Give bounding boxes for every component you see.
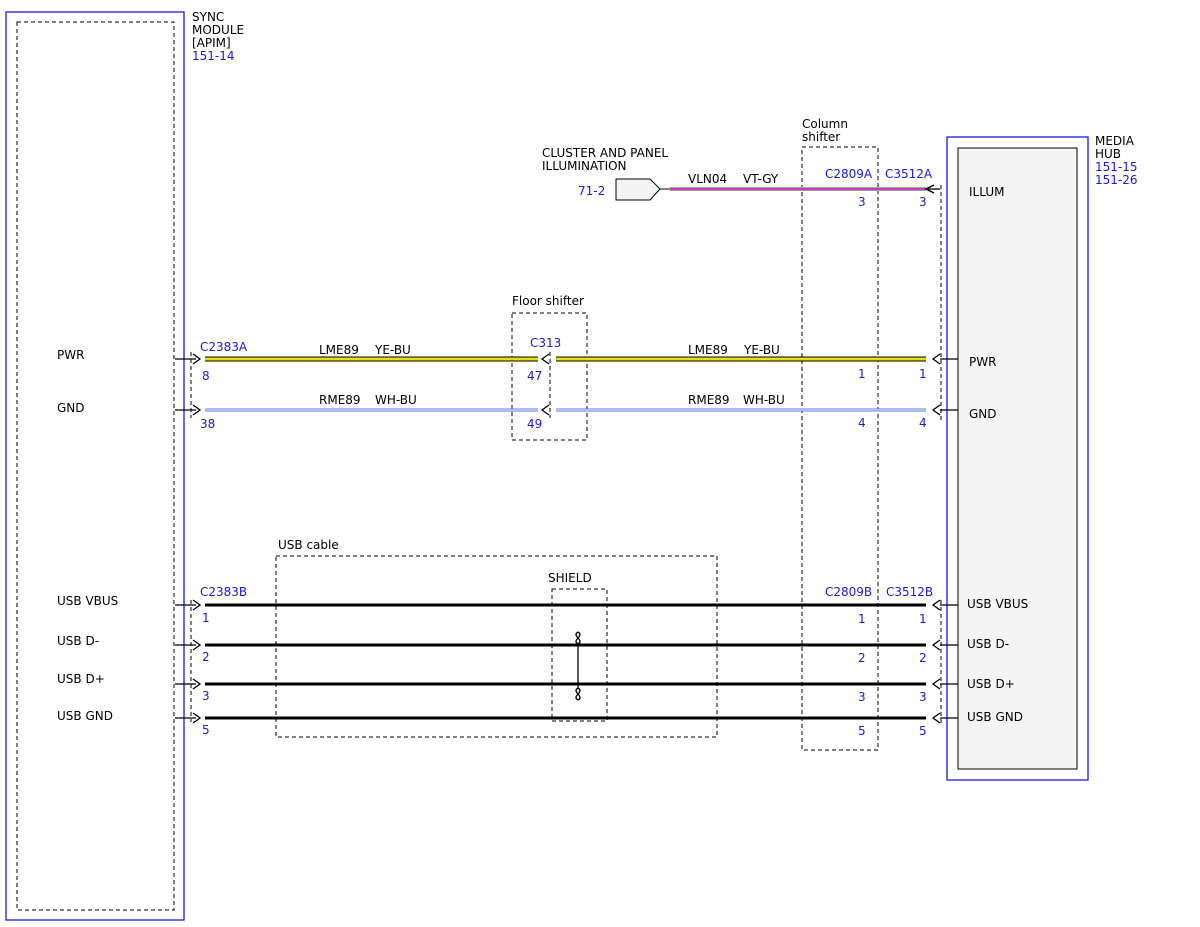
wire-lme89-left-circuit: LME89: [319, 343, 359, 357]
c3512a-pin4: 4: [919, 416, 927, 430]
c313-pin49-terminal: [540, 404, 550, 416]
c2809a-pin1: 1: [858, 367, 866, 381]
gnd-circuit: 38 RME89 WH-BU RME89 WH-BU 4 4: [175, 393, 958, 431]
sync-pin-usb-gnd: USB GND: [57, 709, 113, 723]
c2383b-label[interactable]: C2383B: [200, 585, 247, 599]
c2383a-pin38: 38: [200, 417, 215, 431]
usb-cable-label: USB cable: [278, 538, 339, 552]
c313-pin47: 47: [527, 369, 542, 383]
c2383a-pin8: 8: [202, 369, 210, 383]
c2809b-label[interactable]: C2809B: [825, 585, 872, 599]
sync-module-name-2: MODULE: [192, 23, 244, 37]
wire-lme89-left-color: YE-BU: [374, 343, 411, 357]
column-shifter: Column shifter: [801, 117, 879, 751]
c3512a-pin1-terminal: [931, 353, 941, 365]
c313-pin49: 49: [527, 417, 542, 431]
hub-pin-usb-d-minus: USB D-: [967, 637, 1009, 651]
c3512b-pin2-terminal: [931, 639, 941, 651]
c3512b-pin3-terminal: [931, 678, 941, 690]
floor-shifter: Floor shifter C313 47 49: [511, 294, 588, 441]
sync-pin-usb-d-plus: USB D+: [57, 672, 105, 686]
c313-pin47-terminal: [540, 353, 550, 365]
pwr-circuit: C2383A 8 LME89 YE-BU LME89 YE-BU 1 1: [175, 340, 958, 383]
c2809a-label[interactable]: C2809A: [825, 167, 873, 181]
sync-module-name-3: [APIM]: [192, 36, 231, 50]
c313-label[interactable]: C313: [530, 336, 561, 350]
shield-box: [551, 588, 608, 722]
media-hub: MEDIA HUB 151-15 151-26 ILLUM PWR GND US…: [946, 134, 1138, 781]
wire-rme89-left-color: WH-BU: [375, 393, 417, 407]
c3512b-label[interactable]: C3512B: [886, 585, 933, 599]
illumination-circuit: CLUSTER AND PANEL ILLUMINATION 71-2 VLN0…: [542, 146, 940, 209]
wire-lme89-right-color: YE-BU: [743, 343, 780, 357]
c2809a-pin4: 4: [858, 416, 866, 430]
sync-pin-usb-d-minus: USB D-: [57, 634, 99, 648]
c2809b-pin2: 2: [858, 651, 866, 665]
media-hub-ref-1[interactable]: 151-15: [1095, 160, 1138, 174]
wire-rme89-right-color: WH-BU: [743, 393, 785, 407]
sync-pin-usb-vbus: USB VBUS: [57, 594, 118, 608]
wire-lme89-right-circuit: LME89: [688, 343, 728, 357]
c2383a-label[interactable]: C2383A: [200, 340, 248, 354]
sync-module: SYNC MODULE [APIM] 151-14 PWR GND USB VB…: [5, 10, 244, 921]
usb-cable: USB cable SHIELD C2383B 1 2 3 5 C2809B 1…: [175, 538, 958, 738]
wire-vln04-circuit: VLN04: [688, 172, 727, 186]
column-shifter-label-2: shifter: [802, 130, 840, 144]
c3512a-pin4-terminal: [931, 404, 941, 416]
c3512a-pin1: 1: [919, 367, 927, 381]
hub-pin-pwr: PWR: [969, 355, 996, 369]
c3512b-pin2: 2: [919, 651, 927, 665]
c2809b-pin1: 1: [858, 612, 866, 626]
c3512a-label[interactable]: C3512A: [885, 167, 933, 181]
c3512b-pin1: 1: [919, 612, 927, 626]
sync-module-border: [5, 11, 185, 921]
hub-pin-illum: ILLUM: [969, 185, 1004, 199]
hub-pin-usb-d-plus: USB D+: [967, 677, 1015, 691]
c3512b-pin5-terminal: [931, 712, 941, 724]
wire-vln04-color: VT-GY: [743, 172, 779, 186]
media-hub-ref-2[interactable]: 151-26: [1095, 173, 1138, 187]
c3512b-pin1-terminal: [931, 599, 941, 611]
media-hub-name-1: MEDIA: [1095, 134, 1135, 148]
sync-module-ref[interactable]: 151-14: [192, 49, 235, 63]
c3512b-pin5: 5: [919, 724, 927, 738]
hub-pin-usb-gnd: USB GND: [967, 710, 1023, 724]
sync-pin-gnd: GND: [57, 401, 85, 415]
wire-rme89-right-circuit: RME89: [688, 393, 730, 407]
illumination-connector-shape: [615, 178, 661, 201]
illumination-label-2: ILLUMINATION: [542, 159, 627, 173]
c2809b-pin3: 3: [858, 690, 866, 704]
illumination-ref[interactable]: 71-2: [578, 184, 605, 198]
c2383b-pin1: 1: [202, 611, 210, 625]
c2809b-pin5: 5: [858, 724, 866, 738]
twisted-pair-symbol: [575, 631, 581, 701]
floor-shifter-label: Floor shifter: [512, 294, 584, 308]
illumination-label-1: CLUSTER AND PANEL: [542, 146, 668, 160]
hub-pin-gnd: GND: [969, 407, 997, 421]
c3512a-pin3: 3: [919, 195, 927, 209]
media-hub-body: [957, 147, 1078, 770]
hub-pin-usb-vbus: USB VBUS: [967, 597, 1028, 611]
c2809a-pin3: 3: [858, 195, 866, 209]
c2383b-pin5: 5: [202, 723, 210, 737]
c3512b-pin3: 3: [919, 690, 927, 704]
shield-label: SHIELD: [548, 571, 592, 585]
c2383b-pin2: 2: [202, 650, 210, 664]
column-shifter-label-1: Column: [802, 117, 848, 131]
wire-rme89-left-circuit: RME89: [319, 393, 361, 407]
c2383b-pin3: 3: [202, 689, 210, 703]
wiring-diagram: SYNC MODULE [APIM] 151-14 PWR GND USB VB…: [5, 10, 1138, 921]
sync-module-name-1: SYNC: [192, 10, 224, 24]
sync-module-body: [16, 21, 175, 911]
sync-pin-pwr: PWR: [57, 348, 84, 362]
media-hub-name-2: HUB: [1095, 147, 1121, 161]
column-shifter-box: [801, 146, 879, 751]
